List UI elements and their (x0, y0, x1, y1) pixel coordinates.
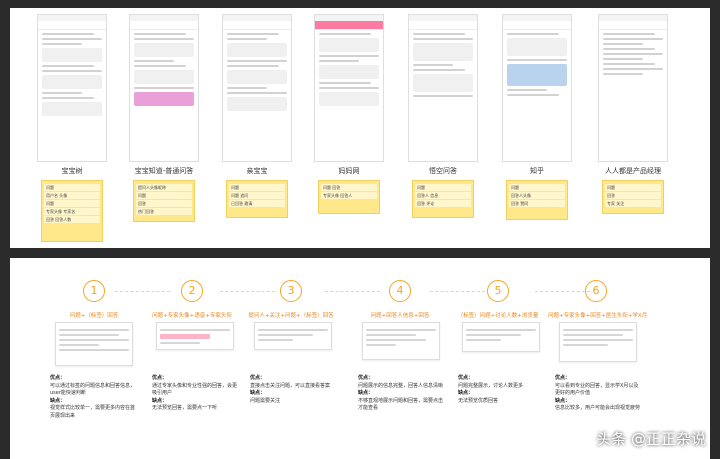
structure-notes-5: 问题 回答人 信息 回答 评论 (412, 180, 474, 218)
step-desc-3: 优点： 直接点击关注问题，可以直接看答案 缺点： 问题需要关注 (250, 375, 336, 405)
step-caption-1: 问题+（标签）回答 (69, 313, 119, 319)
cons-heading: 缺点： (358, 390, 374, 396)
pros-heading: 优点： (250, 375, 266, 381)
step-caption-4: 问题+回答人信息+回答 (370, 313, 430, 319)
note-row: 专家头像 回答人 (321, 192, 377, 199)
note-row: 提问人头像昵称 (136, 184, 192, 191)
pros-text: 直接点击关注问题，可以直接看答案 (250, 382, 331, 389)
note-row: 问题 (605, 184, 661, 191)
step-number-6: 6 (585, 280, 607, 302)
step-number-5: 5 (487, 280, 509, 302)
cons-heading: 缺点： (555, 397, 571, 404)
step-desc-4: 优点： 问题展示的信息完整，回答人信息清晰 缺点： 不够直观地展示问题和回答，需… (358, 375, 444, 413)
app-label-5: 悟空问答 (429, 167, 457, 175)
step-mock-5 (462, 322, 540, 352)
structure-notes-3: 问题 问题 追问 已回答 邀请 (226, 180, 288, 218)
step-desc-6: 优点： 可以看到专业的回答，显示学X月以及更好的用户价值 缺点： 信息比较多，用… (555, 375, 641, 413)
watermark: 头条 @正正杂说 (596, 430, 706, 448)
step-caption-3: 提问人+关注+问题+（标签）回答 (248, 313, 334, 319)
pros-heading: 优点： (555, 375, 571, 381)
pros-heading: 优点： (152, 375, 168, 381)
note-row: 热门回答 (136, 208, 192, 215)
step-caption-5: （标签）问题+讨论人数+浏览量 (457, 313, 539, 319)
step-number-1: 1 (83, 280, 105, 302)
note-row: 回答 (136, 200, 192, 207)
note-row: 问题 (44, 184, 100, 191)
app-label-2: 宝宝知道-普通问答 (134, 167, 194, 175)
step-number-3: 3 (280, 280, 302, 302)
pros-text: 可以通过标签的问题信息和回答信息，user能快速判断 (50, 382, 136, 397)
step-mock-2 (156, 322, 234, 350)
app-label-1: 宝宝树 (61, 167, 83, 175)
note-row: 专家 关注 (605, 200, 661, 207)
app-screenshot-7 (598, 14, 668, 162)
structure-notes-6: 问题 回答人头像 回答 赞同 (506, 180, 568, 220)
note-row: 问题 (136, 192, 192, 199)
cons-heading: 缺点： (250, 390, 266, 396)
step-mock-6 (559, 322, 637, 362)
step-mock-3 (254, 322, 332, 350)
step-caption-2: 问题+专家头像+语音+专家头衔 (152, 313, 232, 319)
app-label-7: 人人都是产品经理 (605, 167, 661, 175)
pros-heading: 优点： (358, 375, 374, 381)
app-label-3: 亲宝宝 (246, 167, 268, 175)
app-screenshot-2 (129, 14, 199, 162)
pros-heading: 优点： (50, 375, 66, 381)
note-row: 已回答 邀请 (229, 200, 285, 207)
note-row: 回答 赞同 (509, 200, 565, 207)
note-row: 问题 (415, 184, 471, 191)
app-comparison-panel: 宝宝树 宝宝知道-普通问答 亲宝宝 妈妈网 悟空问答 知乎 人人都是产品经理 问… (10, 8, 710, 248)
note-row: 用户名 头像 (44, 192, 100, 199)
note-row: 回答人 信息 (415, 192, 471, 199)
note-row: 回答 回答人数 (44, 216, 100, 223)
app-screenshot-5 (408, 14, 478, 162)
cons-text: 问题需要关注 (250, 397, 281, 404)
pros-text: 问题展示的信息完整，回答人信息清晰 (358, 382, 444, 389)
step-number-2: 2 (181, 280, 203, 302)
app-screenshot-3 (222, 14, 292, 162)
step-mock-4 (362, 322, 440, 360)
step-desc-1: 优点： 可以通过标签的问题信息和回答信息，user能快速判断 缺点： 视觉样式比… (50, 375, 136, 420)
structure-notes-7: 问题 回答 专家 关注 (602, 180, 664, 214)
cons-text: 不够直观地展示问题和回答，需要点击才能查看 (358, 397, 444, 412)
step-caption-6: 问题+专家头像+回答+医生头衔+学X月 (548, 313, 648, 319)
note-row: 问题 回答 (321, 184, 377, 191)
connector-line (535, 291, 590, 293)
cons-text: 视觉样式比较单一，需要更多内容在首页展现出来 (50, 405, 136, 419)
note-row: 问题 (44, 200, 100, 207)
cons-text: 无法预览回答，需要点一下听 (152, 405, 218, 411)
step-desc-2: 优点： 通过专家头像和专业性强的回答，会更吸引用户 缺点： 无法预览回答，需要点… (152, 375, 238, 413)
step-desc-5: 优点： 问题完整展示，讨论人数更多 缺点： 无法预览优质回答 (458, 375, 544, 405)
pros-text: 问题完整展示，讨论人数更多 (458, 382, 524, 389)
pros-text: 可以看到专业的回答，显示学X月以及更好的用户价值 (555, 382, 639, 397)
cons-heading: 缺点： (50, 397, 66, 404)
cons-text: 无法预览优质回答 (458, 397, 499, 404)
connector-line (430, 291, 485, 293)
app-screenshot-1 (37, 14, 107, 162)
note-row: 问题 追问 (229, 192, 285, 199)
connector-line (325, 291, 380, 293)
note-row: 回答人头像 (509, 192, 565, 199)
structure-notes-1: 问题 用户名 头像 问题 专家头像 专家名 回答 回答人数 (41, 180, 103, 242)
note-row: 回答 评论 (415, 200, 471, 207)
cons-heading: 缺点： (152, 397, 168, 404)
connector-line (115, 291, 170, 293)
structure-notes-4: 问题 回答 专家头像 回答人 (318, 180, 380, 214)
app-label-6: 知乎 (530, 167, 544, 175)
cons-heading: 缺点： (458, 390, 474, 396)
pros-text: 通过专家头像和专业性强的回答，会更吸引用户 (152, 382, 238, 397)
cons-text: 信息比较多，用户可能会出现视觉疲劳 (555, 405, 641, 411)
app-screenshot-6 (502, 14, 572, 162)
pros-heading: 优点： (458, 375, 474, 381)
note-row: 问题 (229, 184, 285, 191)
connector-line (220, 291, 275, 293)
app-label-4: 妈妈网 (338, 167, 360, 175)
structure-notes-2: 提问人头像昵称 问题 回答 热门回答 (133, 180, 195, 222)
step-mock-1 (55, 322, 133, 366)
step-number-4: 4 (389, 280, 411, 302)
note-row: 回答 (605, 192, 661, 199)
app-screenshot-4 (314, 14, 384, 162)
note-row: 专家头像 专家名 (44, 208, 100, 215)
note-row: 问题 (509, 184, 565, 191)
